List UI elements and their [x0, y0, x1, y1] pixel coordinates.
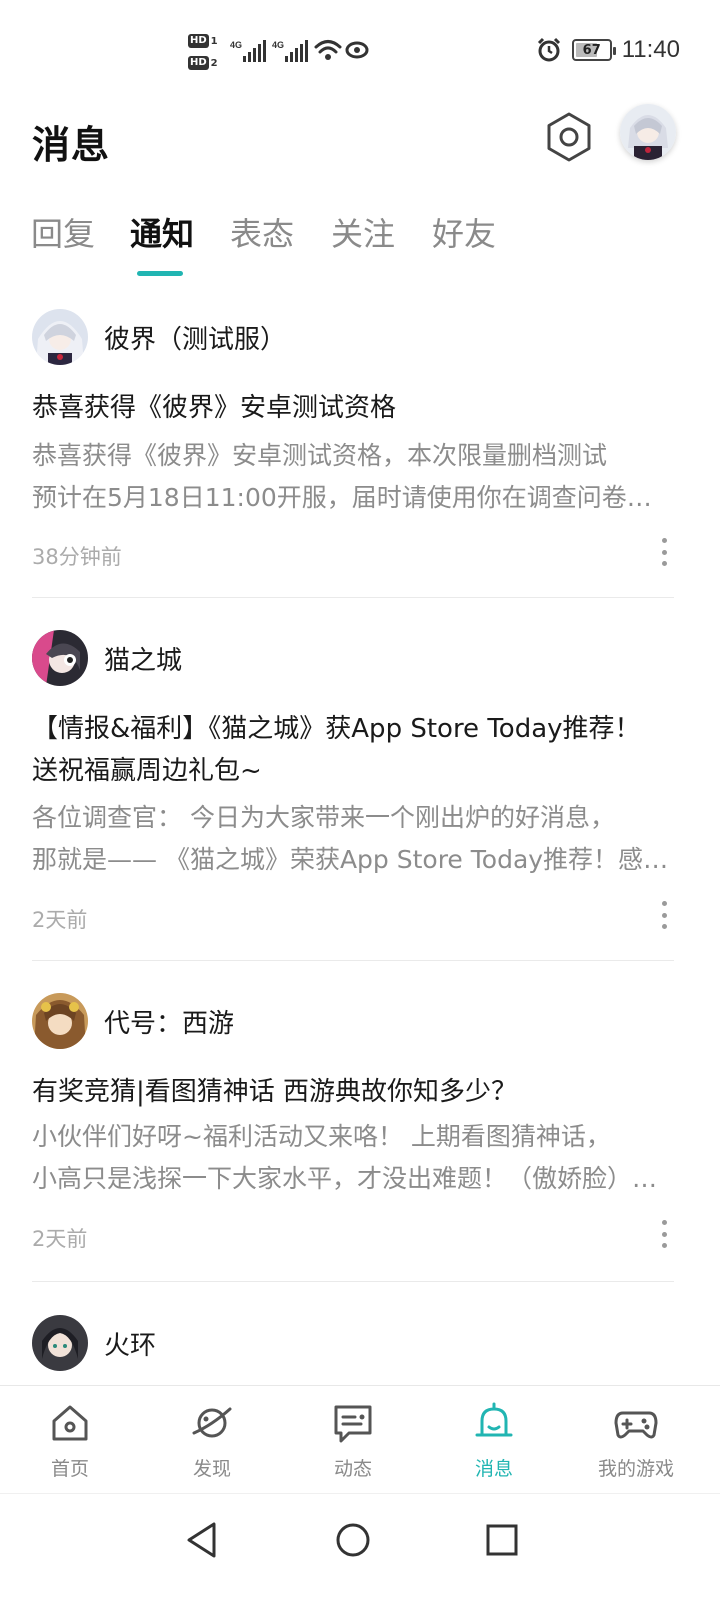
avatar[interactable]	[32, 309, 88, 365]
notification-body: 小伙伴们好呀~福利活动又来咯！ 上期看图猜神话， 小高只是浅探一下大家水平，才没…	[32, 1116, 674, 1200]
signal-icon: 4G	[272, 40, 308, 62]
sim2-number: 2	[210, 57, 218, 69]
avatar[interactable]	[620, 104, 676, 160]
battery-icon: 67	[571, 39, 616, 61]
list-item[interactable]: 猫之城 【情报&福利】《猫之城》获App Store Today推荐！ 送祝福赢…	[32, 629, 674, 961]
tab-friends[interactable]: 好友	[432, 208, 496, 260]
body-line: 各位调查官： 今日为大家带来一个刚出炉的好消息，	[32, 803, 615, 832]
sim1-hd-badge: HD	[188, 34, 209, 48]
author-name: 代号：西游	[104, 1008, 235, 1039]
nav-messages[interactable]: 消息	[434, 1400, 554, 1482]
nav-label: 我的游戏	[597, 1458, 674, 1480]
bottom-navigation: 首页 发现 动态 消息 我的游戏	[0, 1385, 720, 1493]
title-line: 有奖竞猜|看图猜神话 西游典故你知多少？	[32, 1077, 518, 1107]
author-name: 彼界（测试服）	[104, 324, 287, 355]
avatar-image	[32, 309, 88, 365]
recents-square-icon	[486, 1524, 518, 1556]
list-item[interactable]: 火环	[32, 1314, 674, 1385]
title-line: 送祝福赢周边礼包~	[32, 756, 262, 786]
nav-discover[interactable]: 发现	[152, 1400, 272, 1482]
list-item[interactable]: 代号：西游 有奖竞猜|看图猜神话 西游典故你知多少？ 小伙伴们好呀~福利活动又来…	[32, 992, 674, 1282]
notification-title: 恭喜获得《彼界》安卓测试资格	[32, 387, 674, 429]
title-line: 【情报&福利】《猫之城》获App Store Today推荐！	[32, 714, 641, 744]
avatar-image	[32, 993, 88, 1049]
author-name: 猫之城	[104, 645, 183, 676]
divider	[32, 1281, 674, 1282]
nav-my-games[interactable]: 我的游戏	[576, 1400, 696, 1482]
signal-icon: 4G	[230, 40, 266, 62]
avatar[interactable]	[32, 993, 88, 1049]
author-name: 火环	[104, 1330, 157, 1361]
tab-notifications[interactable]: 通知	[130, 208, 194, 260]
notification-title: 有奖竞猜|看图猜神话 西游典故你知多少？	[32, 1071, 674, 1113]
settings-button[interactable]	[544, 110, 594, 164]
nav-label: 首页	[50, 1458, 89, 1480]
signal1-label: 4G	[230, 40, 242, 50]
title-line: 恭喜获得《彼界》安卓测试资格	[32, 393, 397, 423]
gear-icon	[547, 112, 591, 162]
nav-label: 动态	[333, 1458, 372, 1480]
body-line: 小高只是浅探一下大家水平，才没出难题！（傲娇脸）这期可要加大难度了	[32, 1164, 674, 1193]
status-bar: HD 1 HD 2 4G 4G 67 11:40	[0, 0, 720, 100]
home-button[interactable]	[323, 1510, 383, 1570]
sim-indicators: HD 1 HD 2	[188, 32, 228, 72]
avatar[interactable]	[32, 630, 88, 686]
divider	[32, 960, 674, 961]
page-title: 消息	[32, 123, 111, 167]
nav-feed[interactable]: 动态	[293, 1400, 413, 1482]
back-button[interactable]	[172, 1510, 232, 1570]
list-item[interactable]: 彼界（测试服） 恭喜获得《彼界》安卓测试资格 恭喜获得《彼界》安卓测试资格，本次…	[32, 308, 674, 598]
tab-reactions[interactable]: 表态	[230, 208, 294, 260]
body-line: 预计在5月18日11:00开服，届时请使用你在调查问卷中填写的手机号登录游戏。	[32, 483, 674, 512]
gamepad-icon	[614, 1411, 658, 1439]
discover-icon	[192, 1407, 232, 1438]
active-tab-indicator	[137, 271, 183, 276]
notification-title: 【情报&福利】《猫之城》获App Store Today推荐！ 送祝福赢周边礼包…	[32, 708, 674, 792]
divider	[32, 597, 674, 598]
tab-replies[interactable]: 回复	[31, 208, 95, 260]
hotspot-icon	[345, 41, 369, 59]
notification-body: 恭喜获得《彼界》安卓测试资格，本次限量删档测试 预计在5月18日11:00开服，…	[32, 435, 674, 519]
nav-label: 发现	[192, 1458, 231, 1480]
more-options-icon[interactable]	[654, 899, 674, 931]
sim2-hd-badge: HD	[188, 56, 209, 70]
avatar-image	[32, 630, 88, 686]
timestamp: 2天前	[32, 1227, 88, 1251]
recents-button[interactable]	[472, 1510, 532, 1570]
nav-label: 消息	[474, 1458, 513, 1480]
back-triangle-icon	[187, 1522, 216, 1558]
home-circle-icon	[336, 1523, 370, 1557]
nav-home[interactable]: 首页	[10, 1400, 130, 1482]
more-options-icon[interactable]	[654, 1218, 674, 1250]
body-line: 那就是—— 《猫之城》荣获App Store Today推荐！感谢各位调查官的支…	[32, 845, 674, 874]
avatar-image	[620, 104, 676, 160]
timestamp: 2天前	[32, 908, 88, 932]
notification-body: 各位调查官： 今日为大家带来一个刚出炉的好消息， 那就是—— 《猫之城》荣获Ap…	[32, 797, 674, 881]
timestamp: 38分钟前	[32, 545, 122, 569]
body-line: 恭喜获得《彼界》安卓测试资格，本次限量删档测试	[32, 441, 608, 470]
home-icon	[52, 1405, 88, 1441]
avatar-image	[32, 1315, 88, 1371]
wifi-icon	[314, 40, 342, 60]
tab-follows[interactable]: 关注	[331, 208, 395, 260]
battery-level: 67	[582, 42, 601, 58]
system-navigation-bar	[0, 1493, 720, 1600]
sim1-number: 1	[210, 35, 218, 47]
clock: 11:40	[621, 36, 680, 63]
more-options-icon[interactable]	[654, 536, 674, 568]
avatar[interactable]	[32, 1315, 88, 1371]
alarm-icon	[537, 37, 560, 62]
feed-icon	[334, 1405, 372, 1443]
bell-icon	[475, 1402, 513, 1437]
notification-list: 彼界（测试服） 恭喜获得《彼界》安卓测试资格 恭喜获得《彼界》安卓测试资格，本次…	[0, 300, 720, 1385]
signal2-label: 4G	[272, 40, 284, 50]
body-line: 小伙伴们好呀~福利活动又来咯！ 上期看图猜神话，	[32, 1122, 611, 1151]
header: 消息	[0, 100, 720, 180]
tab-bar: 回复 通知 表态 关注 好友	[0, 208, 720, 280]
